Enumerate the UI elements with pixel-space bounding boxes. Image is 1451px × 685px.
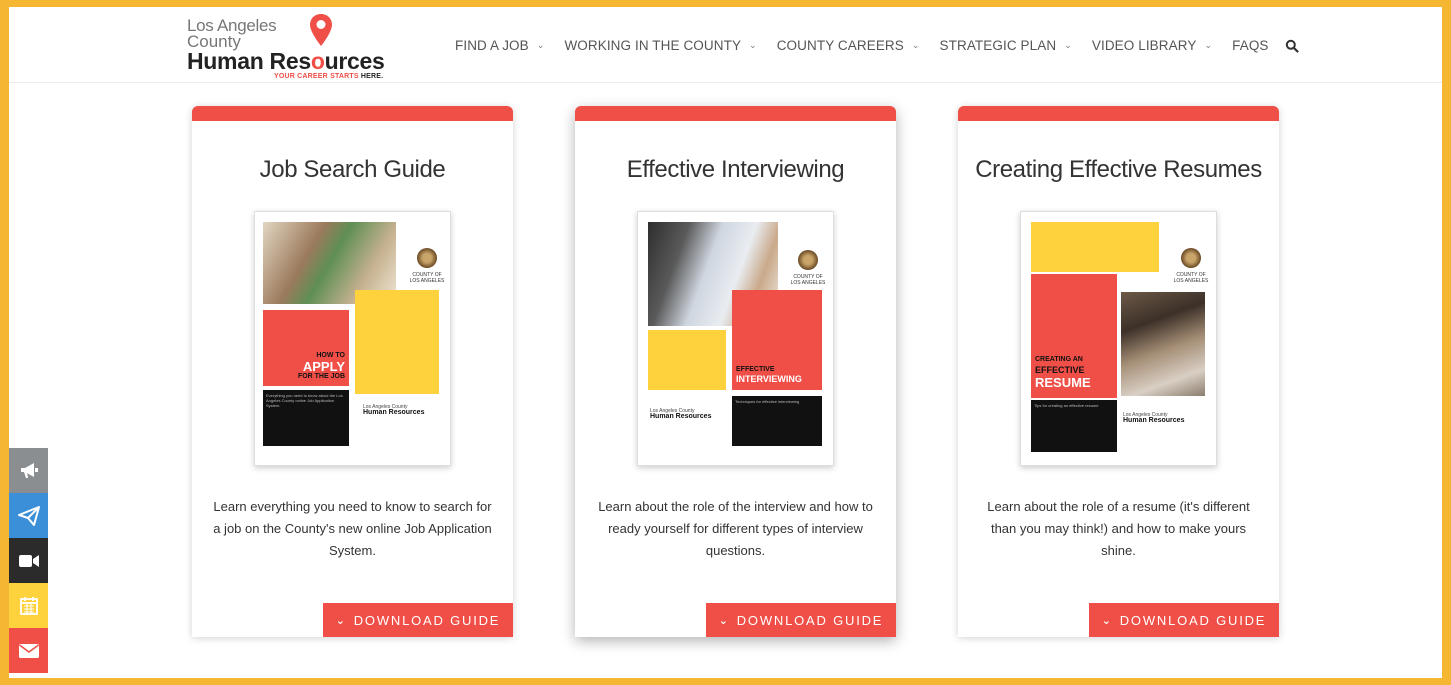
cover-yellow-block: [355, 290, 439, 394]
nav-find-a-job[interactable]: FIND A JOB ⌄: [455, 38, 544, 53]
cover-red-block: EFFECTIVE INTERVIEWING: [732, 290, 822, 390]
search-icon[interactable]: [1285, 39, 1299, 53]
location-pin-icon: [310, 14, 332, 46]
county-seal-icon: [798, 250, 818, 270]
guide-card-job-search: Job Search Guide COUNTY OF LOS ANGELES H…: [192, 106, 513, 637]
cover-photo: [1121, 292, 1205, 396]
guide-cover-image[interactable]: COUNTY OF LOS ANGELES HOW TO APPLY FOR T…: [254, 211, 451, 466]
download-guide-button[interactable]: ⌄ DOWNLOAD GUIDE: [323, 603, 513, 637]
nav-county-careers[interactable]: COUNTY CAREERS ⌄: [777, 38, 920, 53]
download-guide-button[interactable]: ⌄ DOWNLOAD GUIDE: [706, 603, 896, 637]
chevron-down-icon: ⌄: [749, 40, 757, 50]
nav-working-in-the-county[interactable]: WORKING IN THE COUNTY ⌄: [564, 38, 756, 53]
county-seal-icon: [417, 248, 437, 268]
cover-red-block: CREATING AN EFFECTIVE RESUME: [1031, 274, 1117, 398]
chevron-down-icon: ⌄: [1204, 40, 1213, 50]
cover-yellow-block: [1031, 222, 1159, 272]
cover-red-block: HOW TO APPLY FOR THE JOB: [263, 310, 349, 386]
chevron-down-icon: ⌄: [911, 40, 920, 50]
sidebar-announcements-button[interactable]: [9, 448, 48, 493]
floating-sidebar: [9, 448, 48, 673]
cover-black-block: Tips for creating an effective resume: [1031, 400, 1117, 452]
chevron-down-icon: ⌄: [1064, 40, 1072, 50]
guide-cover-image[interactable]: COUNTY OF LOS ANGELES EFFECTIVE INTERVIE…: [637, 211, 834, 466]
chevron-down-icon: ⌄: [718, 614, 730, 627]
card-description: Learn about the role of a resume (it's d…: [987, 499, 1250, 558]
logo-tagline: YOUR CAREER STARTS HERE.: [274, 73, 384, 80]
chevron-down-icon: ⌄: [536, 40, 545, 50]
chevron-down-icon: ⌄: [335, 614, 347, 627]
sidebar-video-button[interactable]: [9, 538, 48, 583]
cover-hr-logo: Los Angeles County Human Resources: [363, 404, 425, 416]
card-description: Learn about the role of the interview an…: [598, 499, 873, 558]
video-camera-icon: [18, 554, 39, 567]
megaphone-icon: [20, 462, 38, 478]
sidebar-calendar-button[interactable]: [9, 583, 48, 628]
envelope-icon: [18, 643, 39, 658]
calendar-icon: [19, 596, 38, 615]
download-guide-button[interactable]: ⌄ DOWNLOAD GUIDE: [1089, 603, 1279, 637]
card-title: Job Search Guide: [259, 156, 446, 183]
paper-plane-icon: [17, 505, 40, 526]
cover-yellow-block: [648, 330, 726, 390]
card-description: Learn everything you need to know to sea…: [213, 499, 492, 558]
cover-county-label: COUNTY OF LOS ANGELES: [409, 272, 445, 284]
nav-video-library[interactable]: VIDEO LIBRARY ⌄: [1092, 38, 1212, 53]
nav-faqs[interactable]: FAQS: [1232, 38, 1268, 53]
guide-cover-image[interactable]: COUNTY OF LOS ANGELES CREATING AN EFFECT…: [1020, 211, 1217, 466]
site-logo[interactable]: Los Angeles County Human Resources YOUR …: [187, 13, 407, 80]
logo-line-3: Human Resources: [187, 48, 385, 74]
cover-black-block: Everything you need to know about the Lo…: [263, 390, 349, 446]
nav-strategic-plan[interactable]: STRATEGIC PLAN ⌄: [940, 38, 1072, 53]
cover-black-block: Techniques for effective interviewing: [732, 396, 822, 446]
cover-county-label: COUNTY OF LOS ANGELES: [790, 274, 826, 286]
sidebar-telegram-button[interactable]: [9, 493, 48, 538]
card-title: Effective Interviewing: [626, 156, 845, 183]
cover-hr-logo: Los Angeles County Human Resources: [650, 408, 712, 420]
guide-card-effective-interviewing: Effective Interviewing COUNTY OF LOS ANG…: [575, 106, 896, 637]
cover-hr-logo: Los Angeles County Human Resources: [1123, 412, 1185, 424]
chevron-down-icon: ⌄: [1101, 614, 1113, 627]
main-nav: FIND A JOB ⌄ WORKING IN THE COUNTY ⌄ COUNT…: [455, 38, 1299, 53]
cover-county-label: COUNTY OF LOS ANGELES: [1173, 272, 1209, 284]
county-seal-icon: [1181, 248, 1201, 268]
site-header: Los Angeles County Human Resources YOUR …: [9, 7, 1442, 83]
sidebar-email-button[interactable]: [9, 628, 48, 673]
guide-card-effective-resumes: Creating Effective Resumes COUNTY OF LOS…: [958, 106, 1279, 637]
card-title: Creating Effective Resumes: [975, 156, 1262, 183]
